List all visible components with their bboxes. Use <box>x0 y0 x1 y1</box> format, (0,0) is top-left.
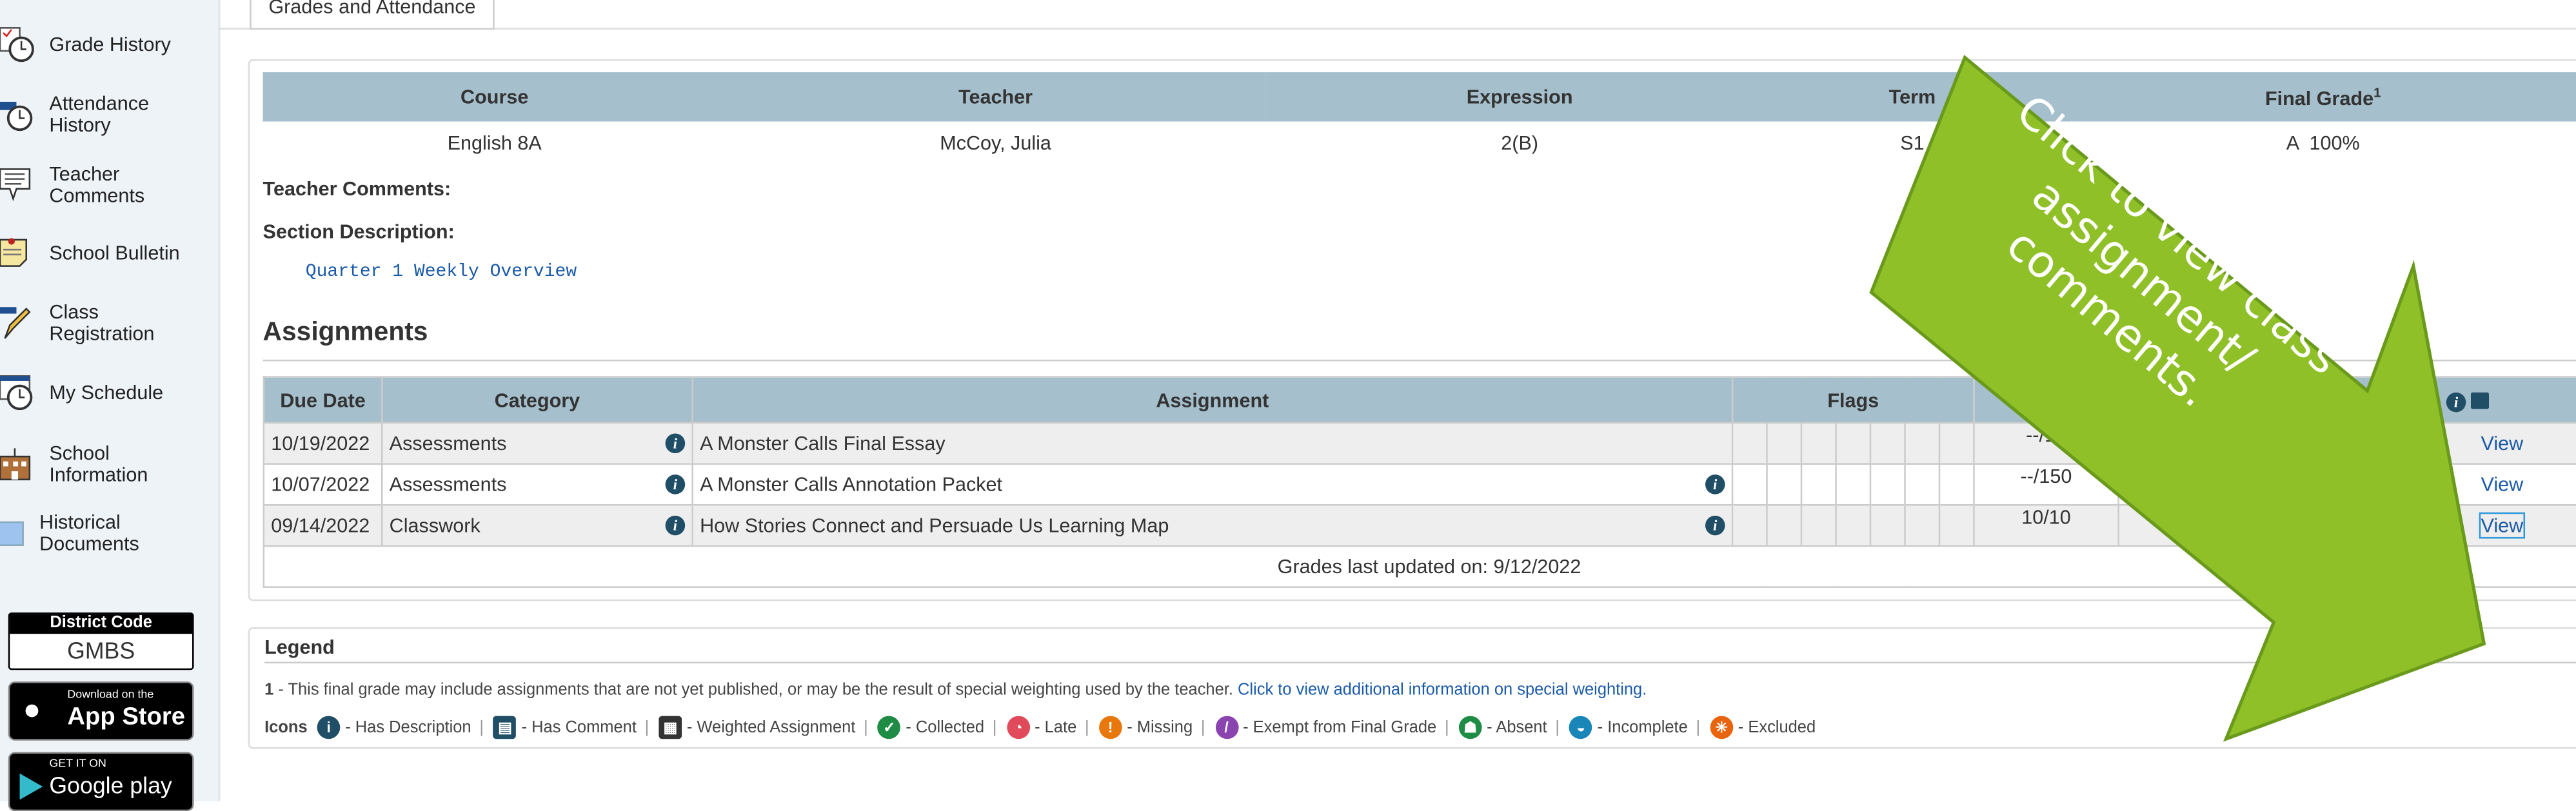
callout-arrow: Click to view class assignment/ comments… <box>1869 54 2486 742</box>
